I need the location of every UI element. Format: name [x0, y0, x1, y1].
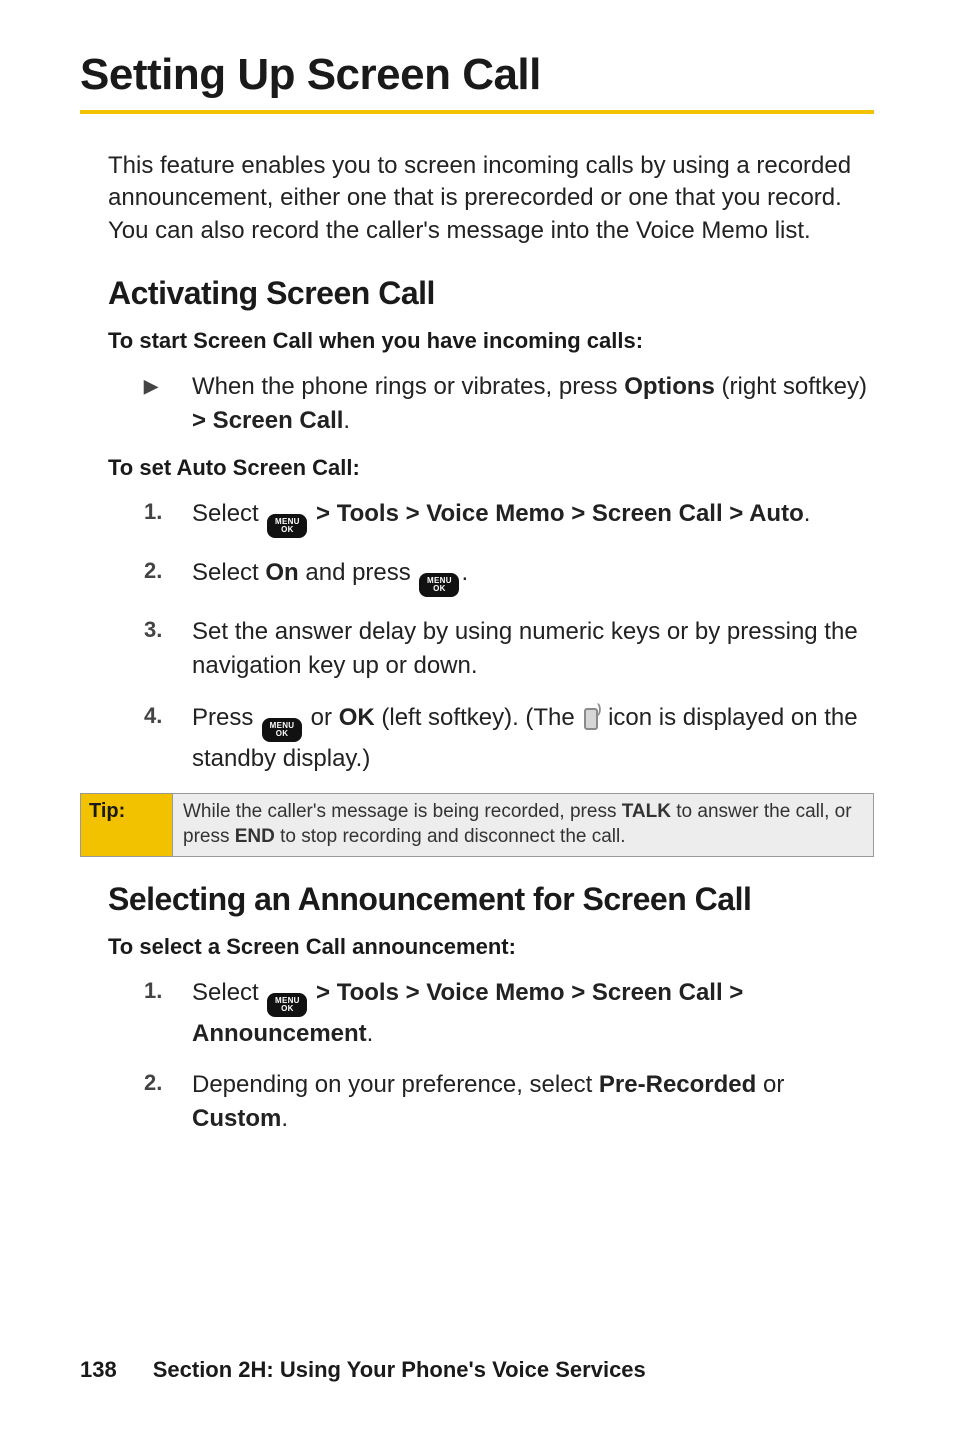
step-number: 1. — [144, 976, 192, 1007]
text-fragment: . — [343, 407, 350, 434]
bold-custom: Custom — [192, 1105, 281, 1132]
title-underline — [80, 110, 874, 114]
step-text: Depending on your preference, select Pre… — [192, 1068, 874, 1135]
step-number: 3. — [144, 615, 192, 646]
bold-prerecorded: Pre-Recorded — [599, 1071, 756, 1098]
subheading-announcement: Selecting an Announcement for Screen Cal… — [108, 881, 874, 918]
bold-options: Options — [624, 373, 715, 400]
tip-label: Tip: — [89, 800, 125, 822]
text-fragment: or — [756, 1071, 784, 1098]
menu-key-label: MENUOK — [275, 997, 300, 1013]
menu-key-icon: MENUOK — [419, 573, 459, 597]
bold-ok: OK — [339, 704, 375, 731]
bullet-text: When the phone rings or vibrates, press … — [192, 370, 874, 437]
text-fragment: . — [804, 500, 811, 527]
step-text: Select MENUOK > Tools > Voice Memo > Scr… — [192, 497, 874, 538]
list-item: 2. Depending on your preference, select … — [144, 1068, 874, 1135]
page-title: Setting Up Screen Call — [80, 50, 874, 110]
menu-key-label: MENUOK — [427, 577, 452, 593]
text-fragment: . — [367, 1020, 374, 1047]
bold-end: END — [235, 826, 275, 847]
step-text: Set the answer delay by using numeric ke… — [192, 615, 874, 682]
menu-key-label: MENUOK — [275, 518, 300, 534]
phone-signal-icon — [583, 706, 599, 728]
text-fragment: to stop recording and disconnect the cal… — [275, 826, 626, 847]
text-fragment: Select — [192, 979, 265, 1006]
tip-callout: Tip: While the caller's message is being… — [80, 793, 874, 856]
text-fragment: Select — [192, 500, 265, 527]
bullet-list: ▶ When the phone rings or vibrates, pres… — [144, 370, 874, 437]
triangle-bullet-icon: ▶ — [144, 370, 192, 399]
text-fragment: When the phone rings or vibrates, press — [192, 373, 624, 400]
list-item: 2. Select On and press MENUOK. — [144, 556, 874, 597]
step-text: Press MENUOK or OK (left softkey). (The … — [192, 701, 874, 776]
text-fragment: (left softkey). (The — [375, 704, 582, 731]
text-fragment: (right softkey) — [715, 373, 867, 400]
step-number: 2. — [144, 1068, 192, 1099]
intro-paragraph: This feature enables you to screen incom… — [108, 150, 874, 247]
list-item: 1. Select MENUOK > Tools > Voice Memo > … — [144, 976, 874, 1051]
menu-key-label: MENUOK — [270, 722, 295, 738]
footer-section-title: Section 2H: Using Your Phone's Voice Ser… — [153, 1357, 646, 1383]
text-fragment: . — [281, 1105, 288, 1132]
list-item: 3. Set the answer delay by using numeric… — [144, 615, 874, 682]
step-number: 2. — [144, 556, 192, 587]
numbered-list-1: 1. Select MENUOK > Tools > Voice Memo > … — [144, 497, 874, 775]
step-number: 1. — [144, 497, 192, 528]
bold-talk: TALK — [622, 801, 671, 822]
lead-in-start: To start Screen Call when you have incom… — [108, 328, 874, 354]
menu-key-icon: MENUOK — [267, 514, 307, 538]
lead-in-announcement: To select a Screen Call announcement: — [108, 934, 874, 960]
lead-in-auto: To set Auto Screen Call: — [108, 455, 874, 481]
list-item: 4. Press MENUOK or OK (left softkey). (T… — [144, 701, 874, 776]
step-number: 4. — [144, 701, 192, 732]
list-item: 1. Select MENUOK > Tools > Voice Memo > … — [144, 497, 874, 538]
step-text: Select MENUOK > Tools > Voice Memo > Scr… — [192, 976, 874, 1051]
page-footer: 138 Section 2H: Using Your Phone's Voice… — [80, 1357, 646, 1383]
text-fragment: Press — [192, 704, 260, 731]
tip-body: While the caller's message is being reco… — [183, 800, 863, 849]
subheading-activating: Activating Screen Call — [108, 275, 874, 312]
text-fragment: While the caller's message is being reco… — [183, 801, 622, 822]
tip-label-cell: Tip: — [81, 794, 173, 855]
numbered-list-2: 1. Select MENUOK > Tools > Voice Memo > … — [144, 976, 874, 1136]
text-fragment: . — [461, 559, 468, 586]
text-fragment: Depending on your preference, select — [192, 1071, 599, 1098]
bold-screencall: > Screen Call — [192, 407, 343, 434]
bold-on: On — [265, 559, 298, 586]
step-text: Select On and press MENUOK. — [192, 556, 874, 597]
text-fragment: or — [304, 704, 339, 731]
list-item: ▶ When the phone rings or vibrates, pres… — [144, 370, 874, 437]
text-fragment: and press — [299, 559, 418, 586]
text-fragment: Select — [192, 559, 265, 586]
tip-body-cell: While the caller's message is being reco… — [173, 794, 873, 855]
page-number: 138 — [80, 1357, 117, 1383]
menu-key-icon: MENUOK — [262, 718, 302, 742]
bold-path: > Tools > Voice Memo > Screen Call > Aut… — [309, 500, 803, 527]
menu-key-icon: MENUOK — [267, 993, 307, 1017]
